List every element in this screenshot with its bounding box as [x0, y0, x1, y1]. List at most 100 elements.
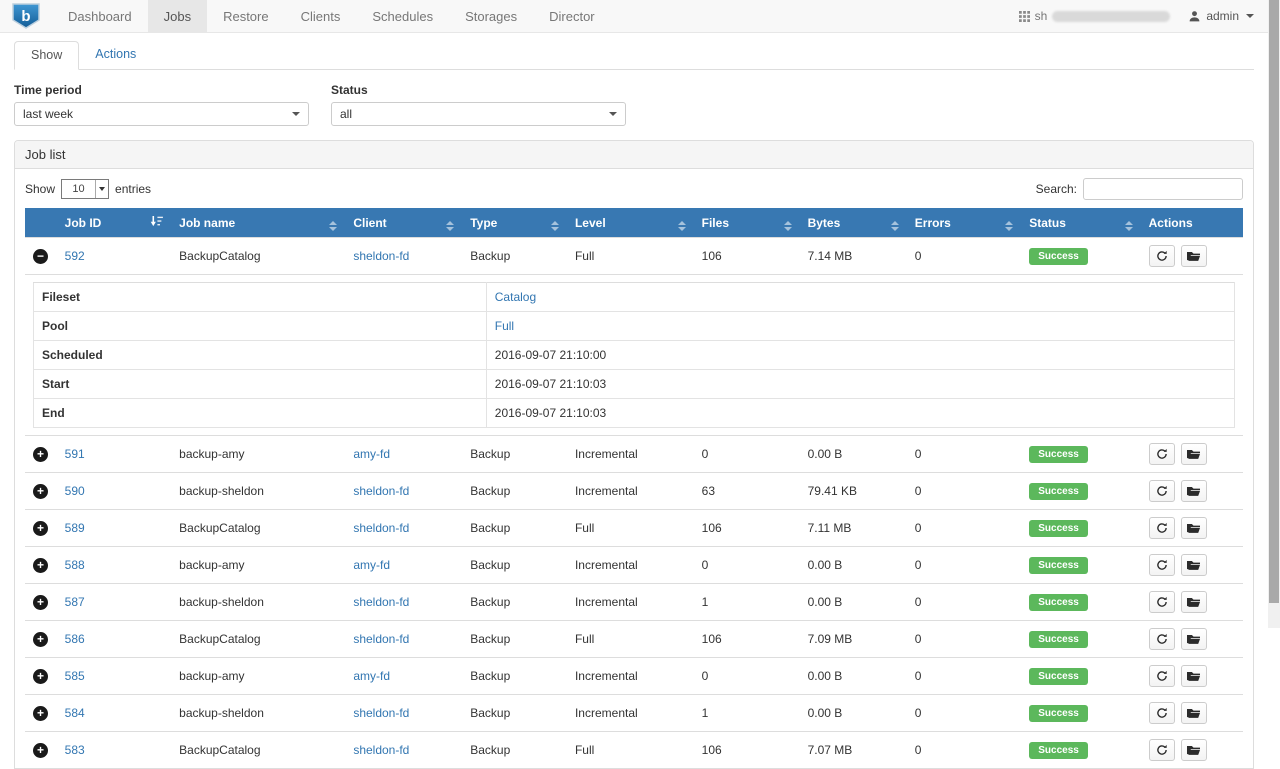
job-files-button[interactable]	[1181, 245, 1207, 267]
vertical-scrollbar[interactable]	[1268, 0, 1280, 628]
rerun-job-button[interactable]	[1149, 665, 1175, 687]
status-filter: Status all	[331, 83, 626, 126]
rerun-job-button[interactable]	[1149, 628, 1175, 650]
expand-row-icon[interactable]: +	[33, 706, 48, 721]
column-header-job-id[interactable]: Job ID	[57, 208, 171, 238]
job-id-link[interactable]: 592	[65, 249, 85, 263]
expand-row-icon[interactable]: +	[33, 595, 48, 610]
job-id-link[interactable]: 588	[65, 558, 85, 572]
sort-icon	[1005, 221, 1013, 231]
client-link[interactable]: amy-fd	[353, 669, 390, 683]
job-type-cell: Backup	[462, 238, 567, 275]
column-header-files[interactable]: Files	[694, 208, 800, 238]
column-label: Job ID	[65, 216, 102, 230]
column-header-level[interactable]: Level	[567, 208, 694, 238]
nav-item-restore[interactable]: Restore	[207, 0, 285, 32]
nav-item-director[interactable]: Director	[533, 0, 611, 32]
job-id-link[interactable]: 585	[65, 669, 85, 683]
client-link[interactable]: amy-fd	[353, 447, 390, 461]
rerun-job-button[interactable]	[1149, 554, 1175, 576]
job-id-link[interactable]: 586	[65, 632, 85, 646]
job-type-cell: Backup	[462, 473, 567, 510]
job-files-button[interactable]	[1181, 554, 1207, 576]
job-id-link[interactable]: 583	[65, 743, 85, 757]
repeat-icon	[1156, 670, 1168, 682]
client-link[interactable]: sheldon-fd	[353, 743, 409, 757]
tab-show[interactable]: Show	[14, 41, 79, 70]
client-link[interactable]: amy-fd	[353, 558, 390, 572]
user-menu[interactable]: admin	[1188, 9, 1254, 23]
expand-row-icon[interactable]: +	[33, 447, 48, 462]
nav-item-storages[interactable]: Storages	[449, 0, 533, 32]
column-header-status[interactable]: Status	[1021, 208, 1140, 238]
tab-actions[interactable]: Actions	[79, 41, 152, 69]
job-errors-cell: 0	[907, 621, 1021, 658]
column-header-actions: Actions	[1141, 208, 1243, 238]
client-link[interactable]: sheldon-fd	[353, 632, 409, 646]
job-id-link[interactable]: 591	[65, 447, 85, 461]
expand-row-icon[interactable]: +	[33, 521, 48, 536]
expand-row-icon[interactable]: +	[33, 632, 48, 647]
expand-row-icon[interactable]: +	[33, 558, 48, 573]
expand-row-icon[interactable]: +	[33, 669, 48, 684]
entries-select[interactable]: 10	[61, 179, 109, 199]
detail-value-link[interactable]: Full	[495, 319, 514, 333]
search-input[interactable]	[1083, 178, 1243, 200]
search-label: Search:	[1036, 182, 1077, 196]
job-id-link[interactable]: 587	[65, 595, 85, 609]
rerun-job-button[interactable]	[1149, 739, 1175, 761]
table-row: + 590 backup-sheldon sheldon-fd Backup I…	[25, 473, 1243, 510]
scrollbar-thumb[interactable]	[1269, 0, 1279, 603]
column-header-bytes[interactable]: Bytes	[800, 208, 907, 238]
client-link[interactable]: sheldon-fd	[353, 706, 409, 720]
job-id-link[interactable]: 589	[65, 521, 85, 535]
folder-icon	[1187, 633, 1200, 645]
nav-item-dashboard[interactable]: Dashboard	[52, 0, 148, 32]
column-header-expand	[25, 208, 57, 238]
job-files-button[interactable]	[1181, 517, 1207, 539]
job-level-cell: Incremental	[567, 658, 694, 695]
rerun-job-button[interactable]	[1149, 480, 1175, 502]
column-header-errors[interactable]: Errors	[907, 208, 1021, 238]
job-level-cell: Incremental	[567, 473, 694, 510]
job-errors-cell: 0	[907, 436, 1021, 473]
job-files-button[interactable]	[1181, 739, 1207, 761]
time-period-select[interactable]: last week	[14, 102, 309, 126]
job-id-link[interactable]: 590	[65, 484, 85, 498]
rerun-job-button[interactable]	[1149, 591, 1175, 613]
nav-item-jobs[interactable]: Jobs	[148, 0, 207, 32]
expand-row-icon[interactable]: −	[33, 249, 48, 264]
rerun-job-button[interactable]	[1149, 245, 1175, 267]
client-link[interactable]: sheldon-fd	[353, 249, 409, 263]
job-files-button[interactable]	[1181, 702, 1207, 724]
nav-item-schedules[interactable]: Schedules	[356, 0, 449, 32]
column-header-client[interactable]: Client	[345, 208, 462, 238]
client-link[interactable]: sheldon-fd	[353, 484, 409, 498]
expand-row-icon[interactable]: +	[33, 484, 48, 499]
rerun-job-button[interactable]	[1149, 702, 1175, 724]
column-header-type[interactable]: Type	[462, 208, 567, 238]
rerun-job-button[interactable]	[1149, 443, 1175, 465]
job-files-button[interactable]	[1181, 591, 1207, 613]
folder-icon	[1187, 670, 1200, 682]
column-header-job-name[interactable]: Job name	[171, 208, 345, 238]
detail-value-link[interactable]: Catalog	[495, 290, 536, 304]
job-id-link[interactable]: 584	[65, 706, 85, 720]
hostname-redacted	[1052, 11, 1170, 22]
expand-row-icon[interactable]: +	[33, 743, 48, 758]
job-files-button[interactable]	[1181, 628, 1207, 650]
client-link[interactable]: sheldon-fd	[353, 521, 409, 535]
table-row: + 588 backup-amy amy-fd Backup Increment…	[25, 547, 1243, 584]
rerun-job-button[interactable]	[1149, 517, 1175, 539]
job-files-button[interactable]	[1181, 480, 1207, 502]
status-badge: Success	[1029, 446, 1088, 463]
status-select[interactable]: all	[331, 102, 626, 126]
job-level-cell: Full	[567, 621, 694, 658]
host-selector[interactable]: sh	[1019, 9, 1171, 23]
app-logo[interactable]: b	[0, 0, 52, 32]
nav-item-clients[interactable]: Clients	[285, 0, 357, 32]
job-name-cell: backup-sheldon	[171, 473, 345, 510]
client-link[interactable]: sheldon-fd	[353, 595, 409, 609]
job-files-button[interactable]	[1181, 665, 1207, 687]
job-files-button[interactable]	[1181, 443, 1207, 465]
